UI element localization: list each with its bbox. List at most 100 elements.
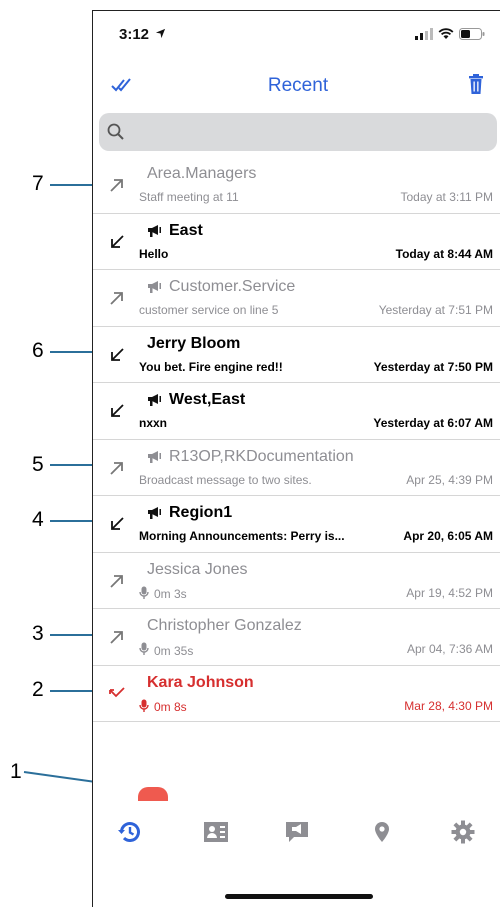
contact-name: Jessica Jones bbox=[147, 561, 248, 579]
message-preview-text: Hello bbox=[139, 246, 169, 261]
contact-name-text: Customer.Service bbox=[169, 278, 296, 295]
message-preview-text: nxxn bbox=[139, 416, 168, 430]
tab-contacts[interactable] bbox=[201, 817, 231, 847]
outgoing-arrow-icon bbox=[108, 176, 126, 194]
home-indicator bbox=[225, 894, 373, 899]
group-broadcast-icon bbox=[147, 506, 163, 520]
message-preview: Broadcast message to two sites. bbox=[139, 473, 312, 487]
message-preview: customer service on line 5 bbox=[139, 303, 278, 317]
message-preview-text: 0m 3s bbox=[154, 587, 187, 601]
contact-name: Customer.Service bbox=[147, 278, 295, 296]
contact-name: Jerry Bloom bbox=[147, 335, 240, 353]
message-preview: Hello bbox=[139, 247, 168, 261]
timestamp: Apr 25, 4:39 PM bbox=[406, 472, 493, 487]
location-pin-icon bbox=[375, 822, 389, 842]
contact-name: West,East bbox=[147, 391, 245, 409]
microphone-icon bbox=[139, 642, 149, 659]
recent-list: Area.Managers Staff meeting at 11 Today at… bbox=[93, 157, 500, 722]
outgoing-arrow-icon bbox=[108, 628, 126, 646]
list-item[interactable]: Region1 Morning Announcements: Perry is..… bbox=[93, 496, 500, 553]
battery-icon bbox=[459, 28, 485, 40]
wifi-icon bbox=[438, 28, 454, 39]
contact-name-text: Christopher Gonzalez bbox=[147, 617, 302, 634]
outgoing-arrow-icon bbox=[108, 289, 126, 307]
timestamp: Yesterday at 6:07 AM bbox=[373, 416, 493, 430]
settings-gear-icon bbox=[451, 820, 475, 844]
search-bar[interactable] bbox=[99, 113, 497, 151]
page-title: Recent bbox=[267, 75, 329, 96]
status-time: 3:12 bbox=[119, 26, 166, 43]
incoming-arrow-icon bbox=[108, 233, 126, 251]
status-icons bbox=[415, 27, 485, 41]
contact-name-text: Jessica Jones bbox=[147, 560, 248, 578]
group-broadcast-icon bbox=[147, 224, 163, 238]
contacts-icon bbox=[204, 822, 228, 842]
message-preview: You bet. Fire engine red!! bbox=[139, 360, 283, 374]
nav-bar: Recent bbox=[93, 67, 500, 107]
message-preview: 0m 3s bbox=[139, 586, 187, 603]
tab-recent[interactable] bbox=[115, 817, 145, 847]
contact-name-text: Area.Managers bbox=[147, 165, 257, 182]
group-broadcast-icon bbox=[147, 280, 163, 294]
tab-location[interactable] bbox=[367, 817, 397, 847]
message-preview: nxxn bbox=[139, 416, 167, 430]
message-preview: Staff meeting at 11 bbox=[139, 190, 239, 204]
message-preview-text: 0m 8s bbox=[154, 700, 187, 714]
message-preview-text: customer service on line 5 bbox=[139, 303, 279, 317]
tab-settings[interactable] bbox=[448, 817, 478, 847]
timestamp: Mar 28, 4:30 PM bbox=[404, 698, 493, 713]
microphone-icon bbox=[139, 586, 149, 603]
cellular-signal-icon bbox=[415, 28, 433, 40]
timestamp: Apr 20, 6:05 AM bbox=[403, 529, 493, 543]
message-preview: 0m 8s bbox=[139, 699, 187, 716]
list-item[interactable]: Jessica Jones 0m 3s Apr 19, 4:52 PM bbox=[93, 553, 500, 609]
timestamp: Today at 3:11 PM bbox=[400, 190, 494, 204]
message-preview-text: You bet. Fire engine red!! bbox=[139, 359, 283, 374]
contact-name-text: Jerry Bloom bbox=[147, 334, 241, 352]
incoming-arrow-icon bbox=[108, 346, 126, 364]
message-preview-text: Staff meeting at 11 bbox=[139, 190, 239, 204]
contact-name: Kara Johnson bbox=[147, 674, 254, 692]
message-preview: 0m 35s bbox=[139, 642, 193, 659]
timestamp: Apr 04, 7:36 AM bbox=[406, 642, 493, 656]
message-preview: Morning Announcements: Perry is... bbox=[139, 529, 345, 543]
search-input[interactable] bbox=[133, 119, 483, 145]
contact-name-text: West,East bbox=[169, 391, 246, 408]
list-item[interactable]: Kara Johnson 0m 8s Mar 28, 4:30 PM bbox=[93, 666, 500, 722]
contact-name: Region1 bbox=[147, 504, 232, 522]
tab-bar bbox=[93, 801, 500, 861]
contact-name-text: Kara Johnson bbox=[147, 673, 254, 691]
delete-button[interactable] bbox=[468, 73, 484, 100]
phone-screen: 3:12 Recent Area.Managers Staff meeting … bbox=[92, 10, 500, 907]
message-preview-text: Broadcast message to two sites. bbox=[139, 472, 312, 487]
contact-name: Christopher Gonzalez bbox=[147, 617, 302, 635]
contact-name-text: East bbox=[169, 221, 203, 239]
timestamp: Yesterday at 7:51 PM bbox=[378, 303, 493, 317]
list-item[interactable]: Area.Managers Staff meeting at 11 Today at… bbox=[93, 157, 500, 214]
recent-clock-icon bbox=[118, 822, 140, 842]
location-arrow-icon bbox=[156, 28, 166, 39]
timestamp: Apr 19, 4:52 PM bbox=[406, 585, 493, 600]
message-preview-text: 0m 35s bbox=[154, 643, 194, 658]
trash-icon bbox=[469, 74, 483, 94]
outgoing-arrow-icon bbox=[108, 459, 126, 477]
contact-name: Area.Managers bbox=[147, 165, 256, 183]
timestamp: Yesterday at 7:50 PM bbox=[373, 359, 493, 374]
contact-name: R13OP,RKDocumentation bbox=[147, 448, 354, 466]
outgoing-arrow-icon bbox=[108, 572, 126, 590]
missed-call-icon bbox=[108, 685, 126, 703]
message-preview-text: Morning Announcements: Perry is... bbox=[139, 529, 345, 543]
status-bar: 3:12 bbox=[93, 11, 500, 57]
list-item[interactable]: Jerry Bloom You bet. Fire engine red!! Yes… bbox=[93, 327, 500, 383]
list-item[interactable]: Christopher Gonzalez 0m 35s Apr 04, 7:36 A… bbox=[93, 609, 500, 666]
group-broadcast-icon bbox=[147, 450, 163, 464]
list-item[interactable]: R13OP,RKDocumentation Broadcast message t… bbox=[93, 440, 500, 496]
list-item[interactable]: East Hello Today at 8:44 AM bbox=[93, 214, 500, 270]
timestamp: Today at 8:44 AM bbox=[395, 246, 493, 261]
contact-name: East bbox=[147, 222, 203, 240]
broadcast-message-icon bbox=[286, 822, 308, 842]
list-item[interactable]: West,East nxxn Yesterday at 6:07 AM bbox=[93, 383, 500, 440]
tab-broadcast[interactable] bbox=[282, 817, 312, 847]
list-item[interactable]: Customer.Service customer service on line… bbox=[93, 270, 500, 327]
contact-name-text: Region1 bbox=[169, 504, 233, 521]
